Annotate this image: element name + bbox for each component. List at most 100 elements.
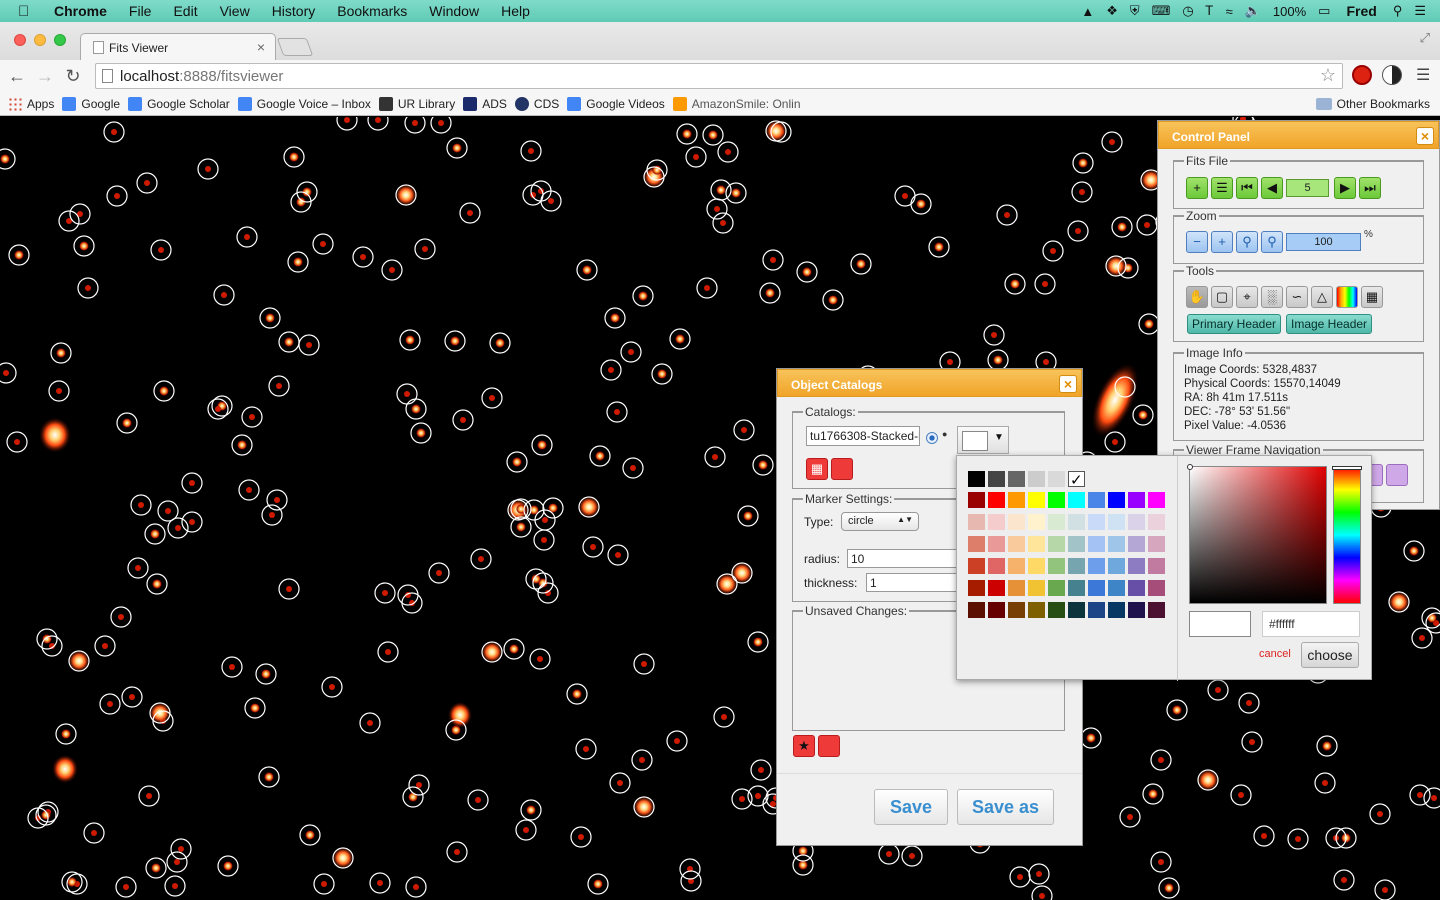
catalog-name-input[interactable]: tu1766308-Stacked-i <box>806 426 920 446</box>
reload-icon[interactable]: ↻ <box>62 66 84 87</box>
color-swatch[interactable] <box>988 602 1005 618</box>
color-swatch[interactable] <box>988 580 1005 596</box>
color-swatch[interactable] <box>1108 558 1125 574</box>
bluetooth-icon[interactable]: Ꭲ <box>1200 3 1220 19</box>
menu-app-name[interactable]: Chrome <box>40 3 118 19</box>
color-swatch[interactable] <box>968 492 985 508</box>
color-swatch[interactable] <box>1008 471 1025 487</box>
color-swatch[interactable] <box>1088 580 1105 596</box>
color-swatch[interactable] <box>1048 514 1065 530</box>
pan-hand-icon[interactable]: ✋ <box>1186 286 1208 308</box>
menu-help[interactable]: Help <box>490 3 541 19</box>
color-swatch[interactable] <box>1068 580 1085 596</box>
bookmark-google[interactable]: Google <box>62 96 120 111</box>
image-header-button[interactable]: Image Header <box>1286 314 1373 334</box>
select-rectangle-icon[interactable]: ▢ <box>1211 286 1233 308</box>
color-swatch[interactable] <box>968 536 985 552</box>
catalog-radio[interactable] <box>926 432 938 444</box>
marker-type-select[interactable]: circle ▲▼ <box>841 512 919 531</box>
bookmark-ads[interactable]: ADS <box>463 96 507 111</box>
catalog-options-icon[interactable]: ● <box>942 429 954 441</box>
color-swatch[interactable] <box>1048 536 1065 552</box>
wifi-icon[interactable]: ≈ <box>1220 4 1239 19</box>
color-swatch[interactable] <box>1048 602 1065 618</box>
color-swatch[interactable] <box>968 558 985 574</box>
color-swatch[interactable] <box>968 580 985 596</box>
save-button[interactable]: Save <box>874 789 948 825</box>
keyboard-icon[interactable]: ⌨ <box>1146 3 1177 19</box>
bookmark-ur-library[interactable]: UR Library <box>378 96 455 111</box>
color-swatch[interactable] <box>988 536 1005 552</box>
close-icon[interactable]: × <box>1416 127 1434 145</box>
apple-icon[interactable]:  <box>18 3 40 20</box>
tab-fits-viewer[interactable]: Fits Viewer × <box>80 33 276 60</box>
last-file-icon[interactable]: ⏭ <box>1359 177 1381 199</box>
color-swatch[interactable] <box>1088 492 1105 508</box>
color-dropdown[interactable]: ▼ <box>957 426 1009 454</box>
color-swatch[interactable] <box>1108 580 1125 596</box>
surface-plot-icon[interactable]: △ <box>1311 286 1333 308</box>
color-swatch[interactable] <box>1048 558 1065 574</box>
color-swatch[interactable] <box>1148 558 1165 574</box>
color-swatch[interactable] <box>1068 536 1085 552</box>
color-swatch[interactable] <box>1028 602 1045 618</box>
close-tab-icon[interactable]: × <box>257 39 265 55</box>
colormap-icon[interactable] <box>1336 286 1358 308</box>
delete-catalog-button[interactable] <box>831 458 853 480</box>
zoom-input[interactable]: 100 <box>1286 233 1361 251</box>
catalog-map-icon[interactable]: ▦ <box>806 458 828 480</box>
crosshair-icon[interactable]: ⌖ <box>1236 286 1258 308</box>
forward-icon[interactable]: → <box>34 66 56 87</box>
color-swatch[interactable] <box>1128 536 1145 552</box>
thickness-input[interactable]: 1 <box>866 573 959 592</box>
other-bookmarks[interactable]: Other Bookmarks <box>1315 97 1430 111</box>
bookmark-google-voice[interactable]: Google Voice – Inbox <box>237 96 371 111</box>
control-panel-titlebar[interactable]: Control Panel × <box>1158 121 1439 149</box>
back-icon[interactable]: ← <box>6 66 28 87</box>
catalog-map-icon[interactable]: ▦ <box>1361 286 1383 308</box>
star-icon[interactable]: ★ <box>793 735 815 757</box>
color-swatch[interactable] <box>1008 602 1025 618</box>
saturation-value-picker[interactable] <box>1187 464 1327 604</box>
object-catalogs-titlebar[interactable]: Object Catalogs × <box>777 369 1082 397</box>
bookmark-google-videos[interactable]: Google Videos <box>567 96 665 111</box>
contrast-extension-icon[interactable] <box>1382 65 1402 85</box>
color-swatch[interactable] <box>1128 492 1145 508</box>
bookmark-amazonsmile[interactable]: AmazonSmile: Onlin <box>672 96 801 111</box>
color-swatch[interactable] <box>1068 602 1085 618</box>
bookmark-star-icon[interactable]: ☆ <box>1320 65 1336 86</box>
notification-center-icon[interactable]: ☰ <box>1408 3 1440 19</box>
color-swatch[interactable] <box>1128 602 1145 618</box>
time-machine-icon[interactable]: ◷ <box>1176 3 1199 19</box>
battery-percent[interactable]: 100% <box>1267 4 1312 19</box>
color-swatch[interactable] <box>1028 580 1045 596</box>
minimize-window-button[interactable] <box>34 34 46 46</box>
bookmark-apps[interactable]: Apps <box>8 96 54 111</box>
color-swatch[interactable]: ✓ <box>1068 471 1085 488</box>
color-swatch[interactable] <box>1148 492 1165 508</box>
user-name[interactable]: Fred <box>1336 3 1386 19</box>
next-file-icon[interactable]: ▶ <box>1334 177 1356 199</box>
adblock-extension-icon[interactable] <box>1352 65 1372 85</box>
color-swatch[interactable] <box>988 558 1005 574</box>
zoom-out-icon[interactable]: − <box>1186 231 1208 253</box>
color-swatch[interactable] <box>1008 558 1025 574</box>
color-swatch[interactable] <box>1088 536 1105 552</box>
menu-view[interactable]: View <box>209 3 261 19</box>
battery-icon[interactable]: ▭ <box>1312 3 1336 19</box>
hue-handle[interactable] <box>1332 466 1362 470</box>
save-as-button[interactable]: Save as <box>957 789 1054 825</box>
menu-history[interactable]: History <box>261 3 327 19</box>
choose-button[interactable]: choose <box>1301 642 1359 668</box>
curve-icon[interactable]: ∽ <box>1286 286 1308 308</box>
color-swatch[interactable] <box>1028 471 1045 487</box>
shield-icon[interactable]: ⛨ <box>1124 3 1146 19</box>
color-swatch[interactable] <box>1048 492 1065 508</box>
color-swatch[interactable] <box>1008 514 1025 530</box>
file-list-icon[interactable]: ☰ <box>1211 177 1233 199</box>
hue-slider[interactable] <box>1332 466 1362 604</box>
first-file-icon[interactable]: ⏮ <box>1236 177 1258 199</box>
color-swatch[interactable] <box>988 471 1005 487</box>
color-swatch[interactable] <box>968 471 985 487</box>
color-swatch[interactable] <box>968 602 985 618</box>
